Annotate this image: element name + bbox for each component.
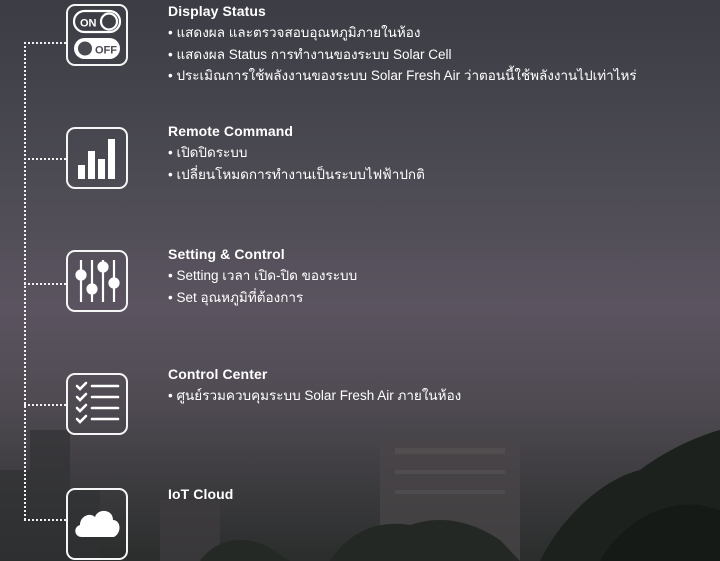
- feature-title: IoT Cloud: [168, 486, 234, 502]
- connector-line: [24, 42, 26, 520]
- feature-list: แสดงผล และตรวจสอบอุณหภูมิภายในห้อง แสดงผ…: [168, 22, 718, 87]
- feature-item: ศูนย์รวมควบคุมระบบ Solar Fresh Air ภายใน…: [168, 385, 718, 407]
- connector-branch: [24, 158, 66, 160]
- feature-item: Setting เวลา เปิด-ปิด ของระบบ: [168, 265, 718, 287]
- connector-branch: [24, 42, 66, 44]
- feature-remote-command: Remote Command เปิดปิดระบบ เปลี่ยนโหมดกา…: [168, 123, 718, 185]
- feature-item: Set อุณหภูมิที่ต้องการ: [168, 287, 718, 309]
- on-off-toggle-icon: ON OFF: [66, 4, 128, 66]
- feature-title: Remote Command: [168, 123, 294, 139]
- feature-title: Setting & Control: [168, 246, 285, 262]
- feature-setting-control: Setting & Control Setting เวลา เปิด-ปิด …: [168, 246, 718, 308]
- feature-title: Control Center: [168, 366, 268, 382]
- feature-title: Display Status: [168, 3, 266, 19]
- checklist-icon: [66, 373, 128, 435]
- feature-item: เปลี่ยนโหมดการทำงานเป็นระบบไฟฟ้าปกติ: [168, 164, 718, 186]
- toggle-off-label: OFF: [95, 45, 117, 57]
- feature-item: ประเมิณการใช้พลังงานของระบบ Solar Fresh …: [168, 65, 718, 87]
- feature-display-status: Display Status แสดงผล และตรวจสอบอุณหภูมิ…: [168, 3, 718, 87]
- feature-item: แสดงผล และตรวจสอบอุณหภูมิภายในห้อง: [168, 22, 718, 44]
- connector-branch: [24, 519, 66, 521]
- feature-item: แสดงผล Status การทำงานของระบบ Solar Cell: [168, 44, 718, 66]
- bar-chart-icon: [66, 127, 128, 189]
- feature-list: Setting เวลา เปิด-ปิด ของระบบ Set อุณหภู…: [168, 265, 718, 308]
- connector-branch: [24, 283, 66, 285]
- feature-control-center: Control Center ศูนย์รวมควบคุมระบบ Solar …: [168, 366, 718, 407]
- feature-item: เปิดปิดระบบ: [168, 142, 718, 164]
- sliders-icon: [66, 250, 128, 312]
- connector-branch: [24, 404, 66, 406]
- feature-iot-cloud: IoT Cloud: [168, 486, 718, 505]
- toggle-on-label: ON: [80, 18, 97, 30]
- cloud-icon: [66, 488, 128, 560]
- feature-list: ศูนย์รวมควบคุมระบบ Solar Fresh Air ภายใน…: [168, 385, 718, 407]
- feature-list: เปิดปิดระบบ เปลี่ยนโหมดการทำงานเป็นระบบไ…: [168, 142, 718, 185]
